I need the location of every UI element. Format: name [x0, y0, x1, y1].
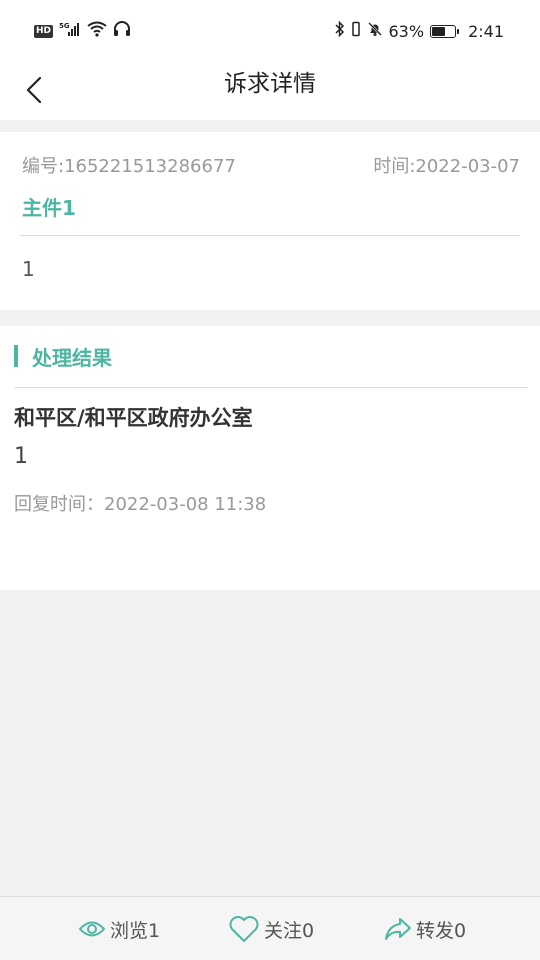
vibrate-icon: [351, 21, 361, 41]
status-bar: HD 5G 63% 2:41: [0, 0, 540, 60]
appeal-info-card: 编号:165221513286677 时间:2022-03-07 主件1 1: [0, 132, 540, 310]
info-meta-row: 编号:165221513286677 时间:2022-03-07: [22, 152, 520, 177]
appeal-subject: 主件1: [22, 196, 76, 220]
clock: 2:41: [468, 21, 504, 41]
bottom-action-bar: 浏览1 关注0 转发0: [0, 896, 540, 960]
heart-icon: [229, 916, 259, 942]
wifi-icon: [87, 21, 107, 41]
mute-bell-icon: [367, 21, 383, 41]
eye-icon: [78, 921, 106, 937]
battery-icon: [430, 24, 460, 38]
appeal-time: 时间:2022-03-07: [373, 156, 520, 177]
status-right: 63% 2:41: [334, 20, 504, 42]
network-type: 5G: [59, 22, 70, 30]
divider: [14, 387, 528, 388]
appeal-number: 编号:165221513286677: [22, 156, 236, 177]
battery-level: [432, 26, 446, 36]
headset-icon: [113, 20, 131, 42]
signal-icon: 5G: [59, 21, 81, 41]
screen: HD 5G 63% 2:41 诉求详情 编号:165221513286677 时…: [0, 0, 540, 960]
reply-time: 回复时间：2022-03-08 11:38: [14, 494, 267, 515]
result-department: 和平区/和平区政府办公室: [14, 406, 253, 430]
section-accent-bar: [14, 345, 18, 367]
appeal-content: 1: [22, 257, 35, 281]
result-header: 处理结果: [14, 344, 112, 370]
follow-label: 关注0: [264, 919, 315, 942]
follow-button[interactable]: 关注0: [228, 897, 314, 960]
battery-percent: 63%: [388, 21, 425, 41]
share-arrow-icon: [385, 918, 411, 940]
result-content: 1: [14, 444, 28, 469]
bluetooth-icon: [334, 20, 345, 41]
hd-icon: HD: [34, 24, 54, 38]
divider: [20, 235, 520, 236]
view-count-label: 浏览1: [110, 919, 161, 942]
view-count-button[interactable]: 浏览1: [78, 897, 160, 960]
share-button[interactable]: 转发0: [384, 897, 466, 960]
share-label: 转发0: [416, 919, 467, 942]
status-left: HD 5G: [34, 20, 131, 42]
nav-bar: 诉求详情: [0, 60, 540, 120]
result-card: 处理结果 和平区/和平区政府办公室 1 回复时间：2022-03-08 11:3…: [0, 326, 540, 590]
result-title: 处理结果: [32, 345, 112, 370]
page-title: 诉求详情: [224, 71, 316, 97]
